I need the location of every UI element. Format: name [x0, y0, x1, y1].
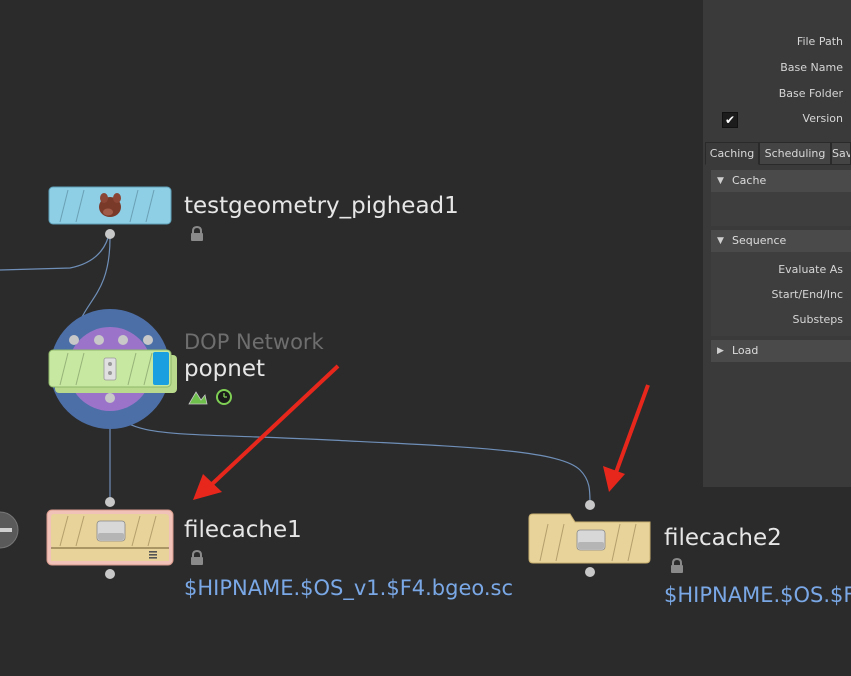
- popnet-icon: [103, 357, 117, 381]
- param-label-base-folder: Base Folder: [778, 87, 843, 100]
- input-connector[interactable]: [585, 500, 595, 510]
- input-connector[interactable]: [105, 497, 115, 507]
- filecache2-node[interactable]: [528, 500, 651, 577]
- triangle-down-icon: ▼: [717, 236, 724, 246]
- lock-icon: [191, 226, 203, 241]
- input-connector[interactable]: [143, 335, 153, 345]
- output-connector[interactable]: [585, 567, 595, 577]
- param-label-evaluate-as: Evaluate As: [778, 263, 843, 276]
- param-label-substeps: Substeps: [792, 313, 843, 326]
- viewer-icon: [188, 390, 208, 405]
- filecache2-path: $HIPNAME.$OS.$F4: [664, 583, 851, 607]
- testgeometry-node[interactable]: [48, 186, 172, 239]
- annotation-arrow: [603, 384, 650, 492]
- tab-scheduling[interactable]: Scheduling: [759, 142, 831, 165]
- filecache1-path: $HIPNAME.$OS_v1.$F4.bgeo.sc: [184, 576, 514, 600]
- popnet-node[interactable]: [48, 309, 177, 429]
- folder-load-label: Load: [732, 344, 759, 357]
- output-connector[interactable]: [105, 569, 115, 579]
- lock-icon: [191, 550, 203, 565]
- list-icon: [149, 551, 157, 559]
- triangle-down-icon: ▼: [717, 176, 724, 186]
- tab-save[interactable]: Save: [831, 142, 851, 165]
- triangle-right-icon: ▶: [717, 346, 724, 356]
- parameter-tabs: Caching Scheduling Save: [705, 142, 851, 165]
- input-connector[interactable]: [118, 335, 128, 345]
- folder-load[interactable]: ▶ Load: [711, 340, 851, 362]
- disk-icon: [96, 520, 126, 542]
- filecache1-node-name[interactable]: filecache1: [184, 517, 302, 543]
- disk-icon: [576, 529, 606, 551]
- param-label-start-end-inc: Start/End/Inc: [771, 288, 843, 301]
- popnet-node-name[interactable]: popnet: [184, 356, 265, 382]
- param-label-file-path: File Path: [796, 35, 843, 48]
- wire-left-to-popnet: [0, 237, 109, 271]
- folder-cache-body: [711, 192, 851, 226]
- input-connector[interactable]: [94, 335, 104, 345]
- clock-icon: [216, 389, 232, 405]
- param-label-version: Version: [802, 112, 843, 125]
- input-connector[interactable]: [69, 335, 79, 345]
- testgeometry-node-name[interactable]: testgeometry_pighead1: [184, 193, 459, 219]
- annotation-arrow: [193, 364, 340, 500]
- popnet-node-type: DOP Network: [184, 330, 324, 354]
- checkmark-icon: ✔: [724, 113, 736, 127]
- filecache2-node-name[interactable]: filecache2: [664, 525, 782, 551]
- wire-popnet-to-filecache2: [111, 401, 591, 505]
- output-connector[interactable]: [105, 393, 115, 403]
- param-label-base-name: Base Name: [780, 61, 843, 74]
- folder-cache[interactable]: ▼ Cache: [711, 170, 851, 192]
- folder-sequence[interactable]: ▼ Sequence: [711, 230, 851, 252]
- output-connector[interactable]: [105, 229, 115, 239]
- folder-cache-label: Cache: [732, 174, 767, 187]
- version-checkbox[interactable]: ✔: [722, 112, 738, 128]
- lock-icon: [671, 558, 683, 573]
- tab-caching[interactable]: Caching: [705, 142, 759, 165]
- folder-sequence-label: Sequence: [732, 234, 787, 247]
- filecache1-node[interactable]: [46, 497, 174, 579]
- offscreen-node[interactable]: [0, 511, 19, 549]
